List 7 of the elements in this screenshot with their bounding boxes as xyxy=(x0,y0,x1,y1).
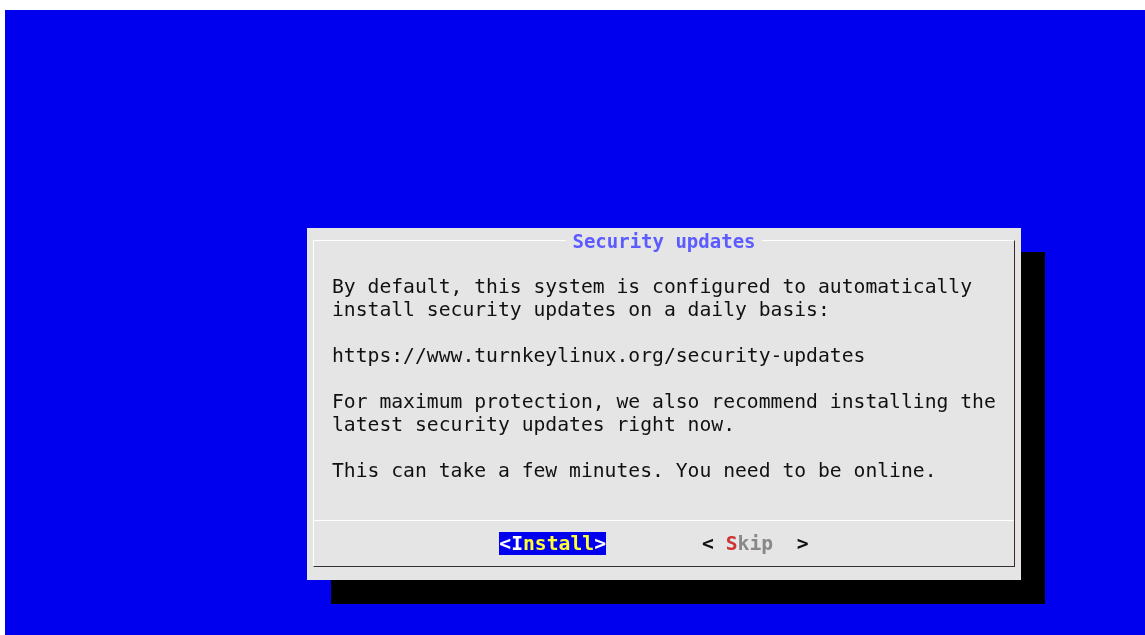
body-text: For maximum protection, we also recommend installing the latest security updates right now. xyxy=(332,390,997,436)
body-text: By default, this system is configured to automatically install security updates on a daily basis: xyxy=(332,275,974,321)
dialog-title: Security updates xyxy=(566,229,762,253)
dialog-button[interactable]: < Skip > xyxy=(702,532,809,555)
selected-button[interactable]: <Install> xyxy=(499,532,606,555)
body-text: https://www.turnkeylinux.org/security-updates xyxy=(332,344,867,367)
body-text: This can take a few minutes. You need to be online. xyxy=(332,459,938,482)
